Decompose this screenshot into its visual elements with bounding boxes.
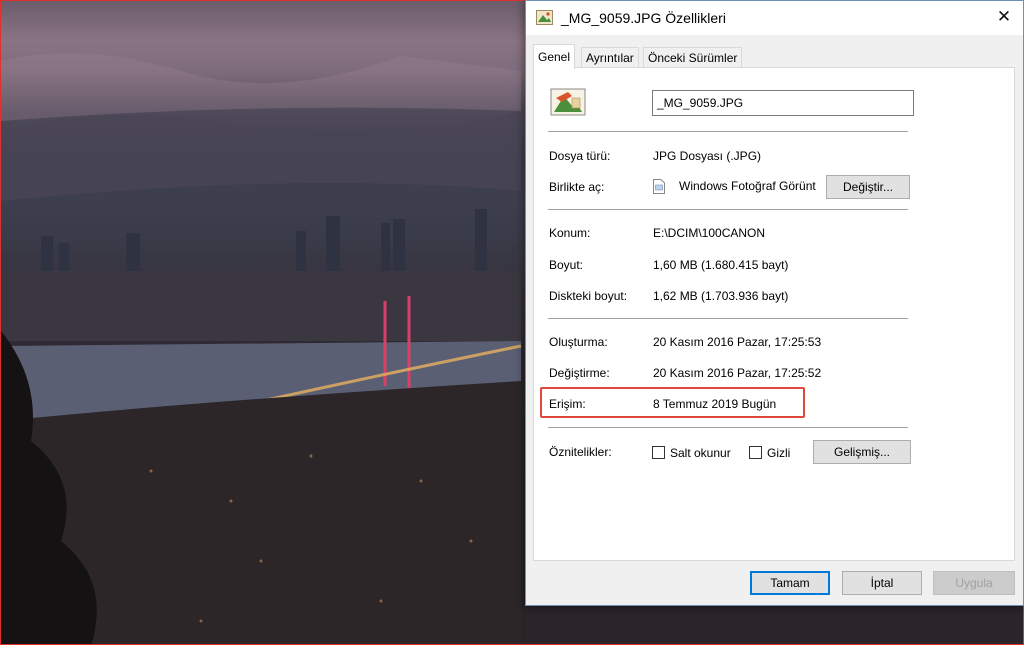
tab-details[interactable]: Ayrıntılar: [581, 47, 639, 67]
separator: [548, 209, 908, 210]
close-button[interactable]: ✕: [985, 1, 1023, 33]
readonly-checkbox[interactable]: [652, 446, 665, 459]
tab-previous-versions[interactable]: Önceki Sürümler: [643, 47, 743, 67]
disk-size-label: Diskteki boyut:: [549, 289, 628, 303]
window-title: _MG_9059.JPG Özellikleri: [561, 10, 726, 26]
file-type-label: Dosya türü:: [549, 149, 611, 163]
title-bar[interactable]: _MG_9059.JPG Özellikleri ✕: [526, 1, 1023, 35]
separator: [548, 427, 908, 428]
close-icon: ✕: [996, 7, 1012, 26]
accessed-label: Erişim:: [549, 397, 586, 411]
readonly-label[interactable]: Salt okunur: [670, 446, 731, 460]
modified-label: Değiştirme:: [549, 366, 610, 380]
attributes-label: Öznitelikler:: [549, 445, 612, 459]
image-file-icon: [550, 88, 586, 116]
apply-button[interactable]: Uygula: [933, 571, 1015, 595]
created-label: Oluşturma:: [549, 335, 608, 349]
size-label: Boyut:: [549, 258, 584, 272]
cancel-button[interactable]: İptal: [842, 571, 922, 595]
hidden-label[interactable]: Gizli: [767, 446, 790, 460]
advanced-button[interactable]: Gelişmiş...: [813, 440, 911, 464]
disk-size-value: 1,62 MB (1.703.936 bayt): [653, 289, 789, 303]
location-value: E:\DCIM\100CANON: [653, 226, 766, 240]
change-button[interactable]: Değiştir...: [826, 175, 910, 199]
open-with-label: Birlikte aç:: [549, 180, 605, 194]
general-tab-panel: _MG_9059.JPG Dosya türü: JPG Dosyası (.J…: [533, 67, 1015, 561]
separator: [548, 318, 908, 319]
accessed-value: 8 Temmuz 2019 Bugün: [653, 397, 777, 411]
ok-button[interactable]: Tamam: [750, 571, 830, 595]
photo-viewer-icon: [653, 179, 665, 194]
image-file-icon: [536, 10, 553, 25]
open-with-value: Windows Fotoğraf Görünt: [679, 179, 816, 193]
size-value: 1,60 MB (1.680.415 bayt): [653, 258, 789, 272]
modified-value: 20 Kasım 2016 Pazar, 17:25:52: [653, 366, 822, 380]
separator: [548, 131, 908, 132]
created-value: 20 Kasım 2016 Pazar, 17:25:53: [653, 335, 822, 349]
location-label: Konum:: [549, 226, 591, 240]
properties-dialog: _MG_9059.JPG Özellikleri ✕ Genel Ayrıntı…: [525, 0, 1024, 606]
tab-general[interactable]: Genel: [533, 44, 576, 69]
file-name-input[interactable]: _MG_9059.JPG: [652, 90, 914, 116]
file-type-value: JPG Dosyası (.JPG): [653, 149, 762, 163]
hidden-checkbox[interactable]: [749, 446, 762, 459]
